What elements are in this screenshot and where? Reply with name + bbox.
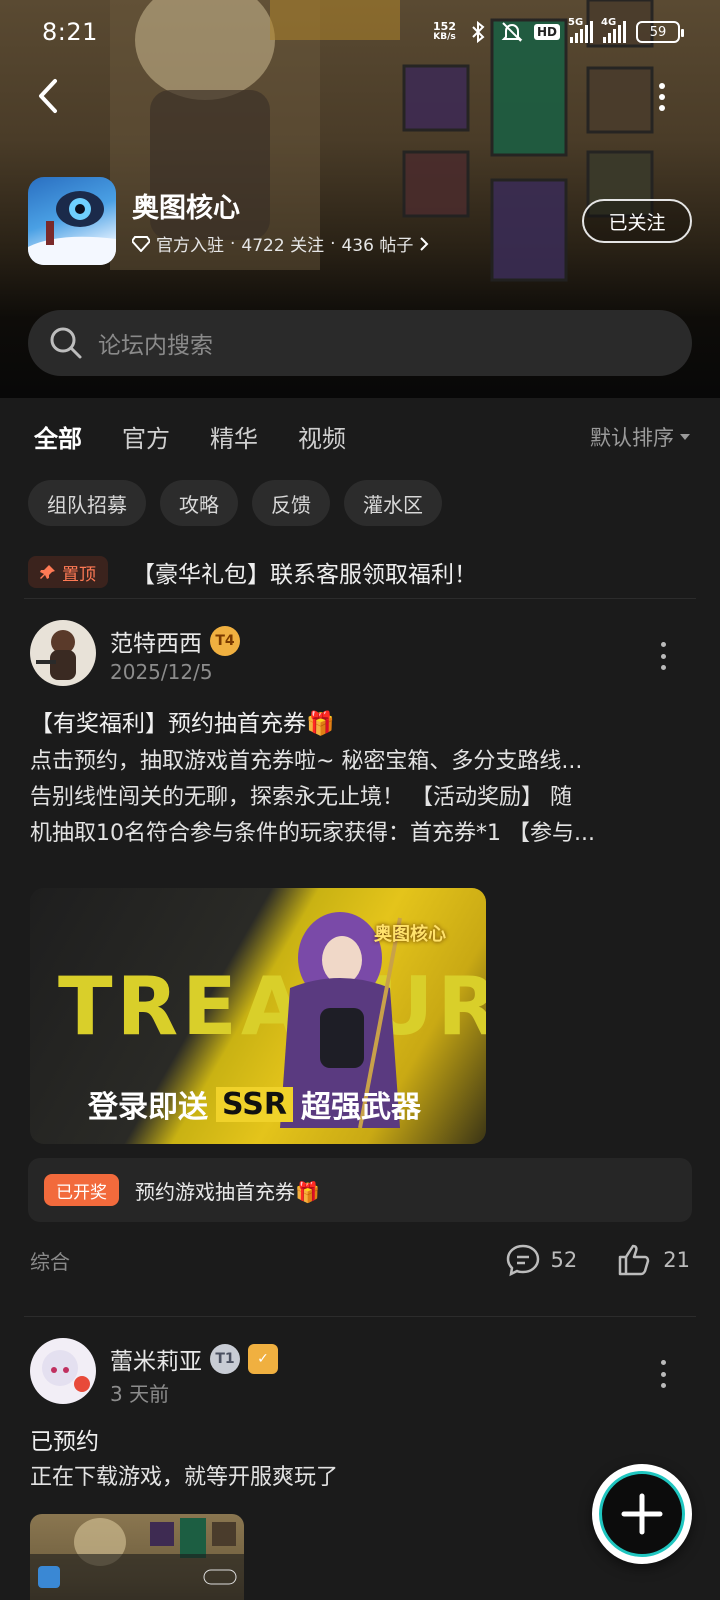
post-author[interactable]: 范特西西 T4	[110, 624, 240, 658]
more-options-button[interactable]	[650, 82, 674, 112]
search-placeholder: 论坛内搜索	[98, 333, 213, 359]
plus-icon	[621, 1493, 663, 1535]
post-author[interactable]: 蕾米莉亚 T1 ✓	[110, 1342, 278, 1376]
search-input[interactable]: 论坛内搜索	[28, 310, 692, 376]
post-title: 【有奖福利】预约抽首充券🎁	[30, 711, 335, 737]
post-date: 2025/12/5	[110, 660, 213, 684]
pinned-post[interactable]: 置顶 【豪华礼包】联系客服领取福利！	[28, 552, 692, 592]
chip-guides[interactable]: 攻略	[160, 480, 238, 526]
banner-subtitle: 登录即送 SSR 超强武器	[88, 1086, 421, 1125]
category-chips: 组队招募 攻略 反馈 灌水区	[28, 480, 442, 526]
post-image[interactable]: TREASURE 奥图核心 登录即送 SSR 超强武器	[30, 888, 486, 1144]
post-image[interactable]	[30, 1514, 244, 1600]
follow-button[interactable]: 已关注	[582, 199, 692, 243]
divider	[24, 1316, 696, 1317]
comment-icon	[506, 1244, 539, 1277]
pin-icon	[40, 565, 55, 579]
post-more-button[interactable]	[658, 1360, 668, 1388]
post-category: 综合	[30, 1249, 70, 1274]
post-date: 3 天前	[110, 1382, 170, 1406]
game-info-row: 奥图核心 官方入驻 · 4722 关注 · 436 帖子 已关注	[28, 176, 692, 266]
tab-official[interactable]: 官方	[122, 419, 170, 454]
network-speed: 152 KB/s	[433, 20, 456, 42]
bluetooth-icon	[472, 20, 485, 44]
chip-team-recruit[interactable]: 组队招募	[28, 480, 146, 526]
level-badge-icon: T1	[210, 1344, 240, 1374]
avatar[interactable]	[30, 620, 96, 686]
banner-logo: 奥图核心	[374, 924, 446, 945]
like-button[interactable]: 21	[617, 1243, 690, 1277]
game-icon[interactable]	[28, 177, 116, 265]
chip-feedback[interactable]: 反馈	[252, 480, 330, 526]
posts-count: 436 帖子	[341, 236, 414, 256]
lottery-title: 预约游戏抽首充券🎁	[135, 1179, 320, 1204]
post-footer: 综合 52 21	[30, 1240, 690, 1280]
game-meta[interactable]: 官方入驻 · 4722 关注 · 436 帖子	[132, 231, 582, 256]
sort-label: 默认排序	[590, 426, 674, 450]
pinned-title: 【豪华礼包】联系客服领取福利！	[132, 562, 477, 588]
sort-dropdown[interactable]: 默认排序	[590, 422, 690, 452]
dot-icon	[659, 83, 665, 89]
avatar[interactable]	[30, 1338, 96, 1404]
followers-count: 4722 关注	[241, 236, 325, 256]
eye-art-icon	[28, 191, 116, 265]
tab-all[interactable]: 全部	[34, 419, 82, 460]
dot-icon	[659, 105, 665, 111]
pinned-badge: 置顶	[28, 556, 108, 588]
game-title: 奥图核心	[132, 193, 240, 224]
thumbs-up-icon	[619, 1244, 650, 1276]
battery-icon: 59	[636, 21, 684, 43]
tab-featured[interactable]: 精华	[210, 419, 258, 454]
caret-down-icon	[680, 434, 690, 440]
signal-4g-icon: 4G	[601, 17, 626, 43]
search-icon	[50, 327, 82, 359]
post-body: 点击预约，抽取游戏首充券啦~ 秘密宝箱、多分支路线... 告别线性闯关的无聊，探…	[30, 749, 595, 846]
chip-chat[interactable]: 灌水区	[344, 480, 442, 526]
lottery-card[interactable]: 已开奖 预约游戏抽首充券🎁	[28, 1158, 692, 1222]
chevron-left-icon	[39, 79, 57, 113]
forum-content: 全部 官方 精华 视频 默认排序 组队招募 攻略 反馈 灌水区 置顶 【豪华礼包…	[0, 398, 720, 1600]
verified-badge-icon: ✓	[248, 1344, 278, 1374]
lottery-status-badge: 已开奖	[44, 1174, 119, 1206]
signal-5g-icon: 5G	[568, 17, 593, 43]
status-bar: 8:21 152 KB/s HD 5G 4G 59	[0, 0, 720, 64]
hd-voice-badge: HD	[533, 24, 560, 40]
official-label: 官方入驻	[156, 236, 224, 256]
comment-button[interactable]: 52	[505, 1243, 577, 1277]
mute-bell-icon	[501, 22, 523, 42]
diamond-icon	[132, 235, 150, 252]
status-icons: 152 KB/s HD 5G 4G 59	[433, 17, 684, 44]
back-button[interactable]	[28, 72, 68, 120]
dot-icon	[659, 94, 665, 100]
post-more-button[interactable]	[658, 642, 668, 670]
create-post-button[interactable]	[592, 1464, 692, 1564]
level-badge-icon: T4	[210, 626, 240, 656]
divider	[24, 598, 696, 599]
post-body: 正在下载游戏，就等开服爽玩了	[30, 1465, 339, 1490]
post-title: 已预约	[30, 1429, 99, 1455]
forum-header: 8:21 152 KB/s HD 5G 4G 59 奥图核心 官方入驻 · 47…	[0, 0, 720, 398]
tab-video[interactable]: 视频	[298, 419, 346, 454]
status-time: 8:21	[42, 18, 98, 46]
chevron-right-icon	[420, 236, 429, 251]
